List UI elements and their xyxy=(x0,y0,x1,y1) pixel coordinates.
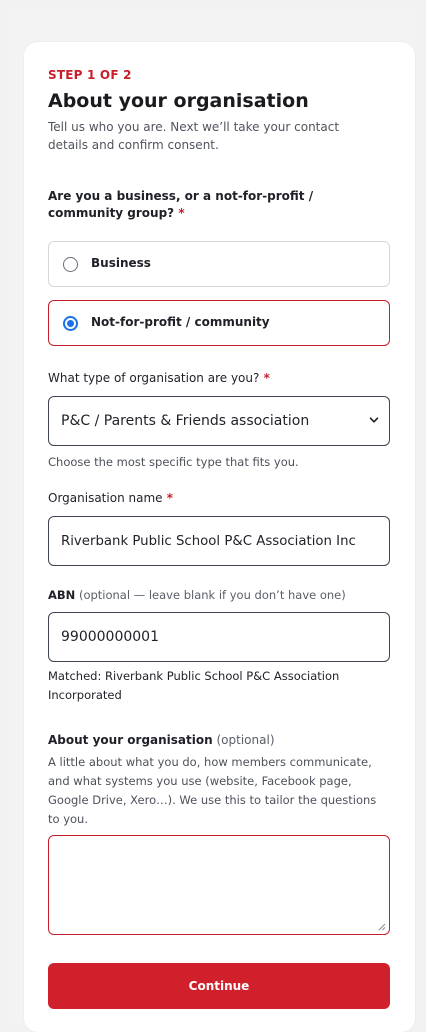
abn-value: 99000000001 xyxy=(61,629,159,645)
step-indicator: STEP 1 OF 2 xyxy=(48,68,132,82)
continue-button[interactable]: Continue xyxy=(48,963,390,1009)
org-name-label: Organisation name * xyxy=(48,490,173,507)
radio-button-business[interactable] xyxy=(63,257,78,272)
page-title: About your organisation xyxy=(48,90,309,112)
about-label-text: About your organisation xyxy=(48,733,213,747)
about-optional-note: (optional) xyxy=(216,733,275,747)
radio-button-not-for-profit[interactable] xyxy=(63,316,78,331)
chevron-down-icon xyxy=(369,417,379,423)
org-name-label-text: Organisation name xyxy=(48,491,163,505)
form-card: STEP 1 OF 2 About your organisation Tell… xyxy=(24,42,415,1032)
org-type-selected-value: P&C / Parents & Friends association xyxy=(61,413,310,429)
required-marker: * xyxy=(263,371,270,385)
intro-text: Tell us who you are. Next we’ll take you… xyxy=(48,120,340,152)
abn-input[interactable]: 99000000001 xyxy=(48,612,390,662)
org-kind-question: Are you a business, or a not-for-profit … xyxy=(48,188,383,222)
about-help: A little about what you do, how members … xyxy=(48,755,377,826)
about-textarea[interactable] xyxy=(48,835,390,935)
abn-match-status: Matched: Riverbank Public School P&C Ass… xyxy=(48,669,340,702)
required-marker: * xyxy=(166,491,173,505)
radio-option-business[interactable]: Business xyxy=(48,241,390,287)
org-type-help: Choose the most specific type that fits … xyxy=(48,455,299,469)
org-type-select[interactable]: P&C / Parents & Friends association xyxy=(48,396,390,446)
org-type-label: What type of organisation are you? * xyxy=(48,370,270,387)
about-label: About your organisation (optional) xyxy=(48,732,275,749)
org-name-value: Riverbank Public School P&C Association … xyxy=(61,533,356,549)
radio-option-label: Not-for-profit / community xyxy=(91,315,270,329)
abn-label-text: ABN xyxy=(48,588,76,602)
org-type-label-text: What type of organisation are you? xyxy=(48,371,260,385)
radio-option-label: Business xyxy=(91,256,151,270)
resize-handle-icon[interactable] xyxy=(378,923,386,931)
radio-option-not-for-profit[interactable]: Not-for-profit / community xyxy=(48,300,390,346)
abn-label: ABN (optional — leave blank if you don’t… xyxy=(48,587,346,604)
abn-optional-note: (optional — leave blank if you don’t hav… xyxy=(78,588,346,602)
org-name-input[interactable]: Riverbank Public School P&C Association … xyxy=(48,516,390,566)
required-marker: * xyxy=(178,206,185,220)
form-body: STEP 1 OF 2 About your organisation Tell… xyxy=(48,68,391,1009)
